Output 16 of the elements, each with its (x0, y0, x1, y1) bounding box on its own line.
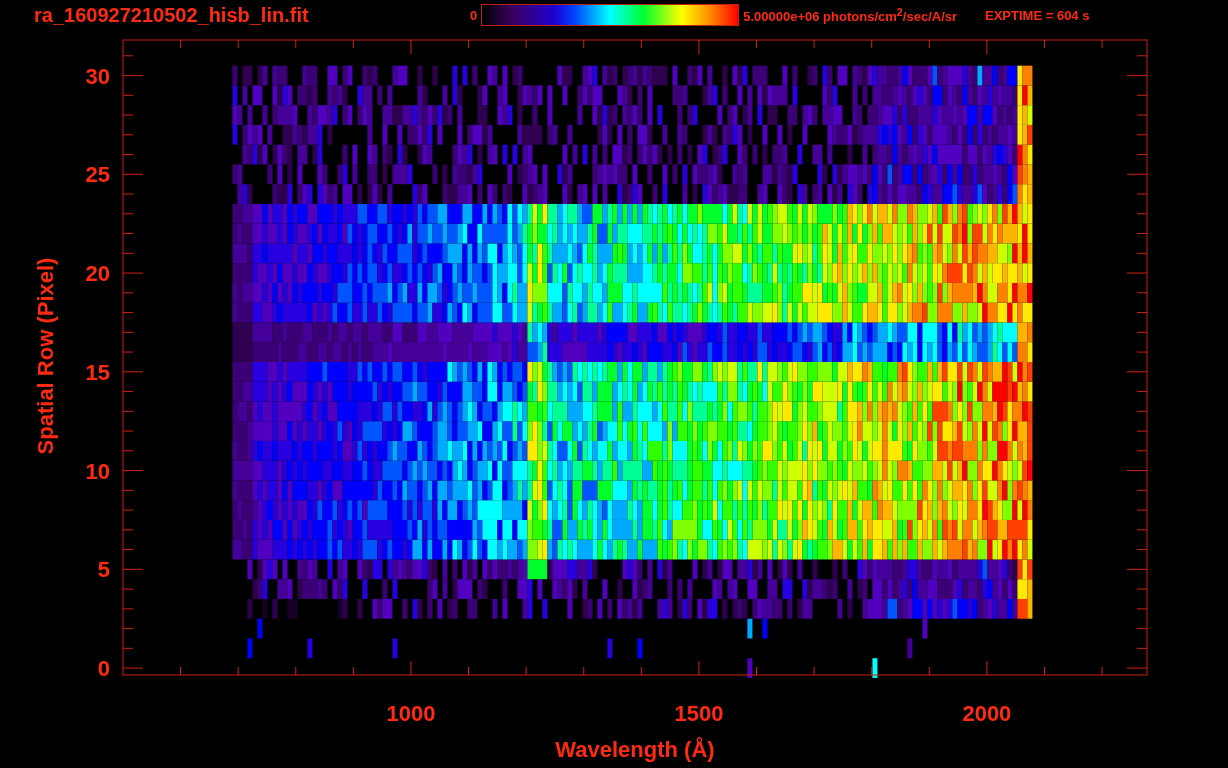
tick-label: 5 (97, 557, 110, 583)
axis-title: Wavelength (Å) (555, 737, 715, 762)
tick-label: 2000 (962, 701, 1012, 726)
tick-label: 1500 (674, 701, 724, 726)
colorbar-min-label: 0 (470, 7, 478, 23)
tick-label: 20 (85, 261, 110, 287)
file-title: ra_160927210502_hisb_lin.fit (34, 3, 310, 27)
tick-label: 15 (85, 359, 110, 385)
tick-label: 25 (85, 162, 110, 188)
tick-label: 10 (85, 458, 110, 484)
colorbar-max-label: 5.00000e+06 photons/cm$^{2}$/sec/A/sr (743, 5, 958, 25)
exposure-time: EXPTIME = 604 s (985, 7, 1090, 23)
tick-label: 1000 (386, 701, 436, 726)
axis-title: Spatial Row (Pixel) (33, 257, 58, 455)
tick-label: 0 (97, 656, 110, 682)
tick-label: 30 (85, 63, 110, 89)
